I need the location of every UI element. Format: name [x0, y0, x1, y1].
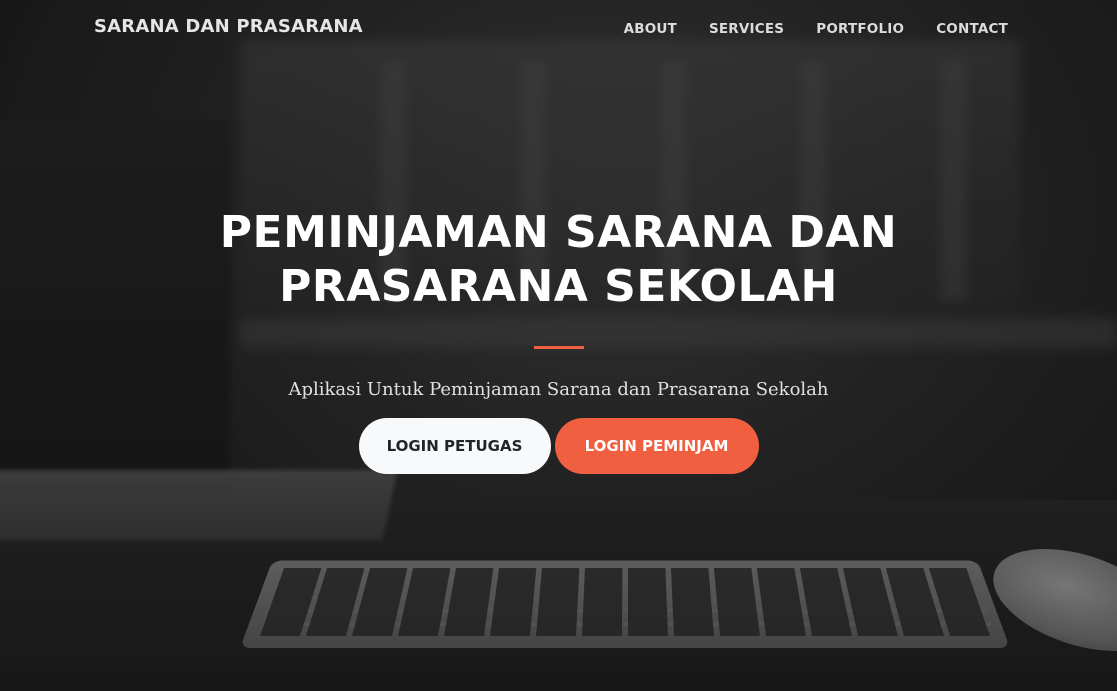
nav-link-portfolio[interactable]: PORTFOLIO	[816, 21, 904, 37]
hero-content: PEMINJAMAN SARANA DAN PRASARANA SEKOLAH …	[0, 206, 1117, 474]
brand-link[interactable]: SARANA DAN PRASARANA	[94, 16, 363, 37]
nav-item-about: ABOUT	[624, 20, 677, 38]
navbar: SARANA DAN PRASARANA ABOUT SERVICES PORT…	[0, 0, 1117, 56]
hero-title: PEMINJAMAN SARANA DAN PRASARANA SEKOLAH	[179, 206, 939, 314]
hero-subtitle: Aplikasi Untuk Peminjaman Sarana dan Pra…	[288, 379, 829, 400]
nav-link-contact[interactable]: CONTACT	[936, 21, 1008, 37]
login-petugas-button[interactable]: LOGIN PETUGAS	[358, 418, 551, 474]
accent-divider	[533, 346, 584, 349]
hero-buttons: LOGIN PETUGAS LOGIN PEMINJAM	[0, 418, 1117, 474]
nav-item-services: SERVICES	[709, 20, 784, 38]
nav-link-services[interactable]: SERVICES	[709, 21, 784, 37]
nav-item-portfolio: PORTFOLIO	[816, 20, 904, 38]
hero-title-line1: PEMINJAMAN SARANA DAN	[219, 207, 898, 258]
nav-links: ABOUT SERVICES PORTFOLIO CONTACT	[624, 20, 1008, 38]
hero-title-line2: PRASARANA SEKOLAH	[279, 261, 838, 312]
nav-link-about[interactable]: ABOUT	[624, 21, 677, 37]
nav-item-contact: CONTACT	[936, 20, 1008, 38]
hero-section: SARANA DAN PRASARANA ABOUT SERVICES PORT…	[0, 0, 1117, 691]
login-peminjam-button[interactable]: LOGIN PEMINJAM	[554, 418, 759, 474]
